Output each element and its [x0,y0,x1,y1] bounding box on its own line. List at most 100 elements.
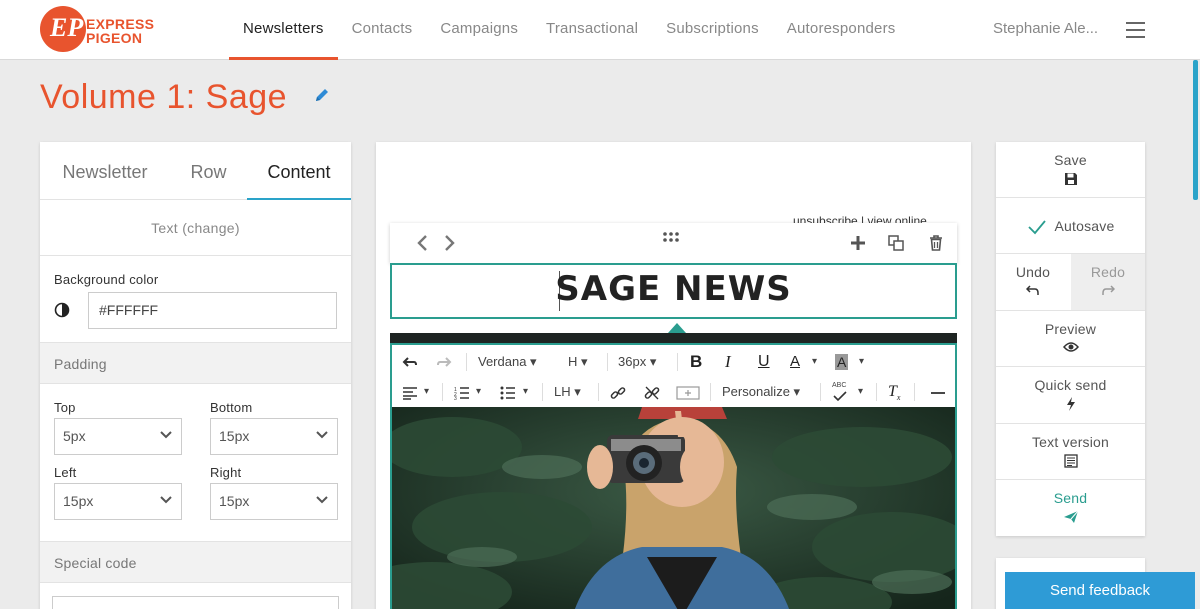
undo-arrow-icon[interactable] [402,347,418,377]
page-scrollbar[interactable] [1193,60,1198,200]
main-nav: Newsletters Contacts Campaigns Transacti… [229,0,909,60]
line-height-dropdown[interactable]: LH ▾ [554,377,581,407]
text-editor-toolbar: Verdana ▾ H ▾ 36px ▾ B I U A ▾ A ▾ ▾ 123… [390,343,957,407]
text-color-icon[interactable]: A [790,347,800,377]
lightning-icon [1066,397,1075,411]
padding-left-select[interactable]: 15px [54,483,182,520]
background-color-section: Background color #FFFFFF [40,256,351,342]
user-menu[interactable]: Stephanie Ale... [993,20,1098,37]
nav-newsletters[interactable]: Newsletters [229,0,338,60]
padding-bottom-label: Bottom [210,400,253,415]
quick-send-button[interactable]: Quick send [996,367,1145,424]
spellcheck-dropdown[interactable]: ▾ [858,377,863,407]
photo-woman-with-camera [392,407,955,609]
align-left-icon[interactable] [402,377,418,407]
autosave-toggle[interactable]: Autosave [996,198,1145,254]
logo-wordmark: EXPRESS PIGEON [86,16,155,46]
paper-plane-icon [1063,510,1078,523]
special-code-section-header: Special code [40,541,351,583]
text-change-link[interactable]: Text (change) [40,200,351,256]
padding-left-label: Left [54,465,77,480]
padding-right-select[interactable]: 15px [210,483,338,520]
copy-icon[interactable] [887,234,905,252]
chevron-down-icon [316,431,328,439]
top-navigation-bar: EP EXPRESS PIGEON Newsletters Contacts C… [0,0,1200,60]
chevron-right-icon[interactable] [440,234,458,252]
save-button[interactable]: Save [996,142,1145,198]
text-version-button[interactable]: Text version [996,424,1145,480]
svg-text:3: 3 [454,396,457,400]
font-size-dropdown[interactable]: 36px ▾ [618,347,656,377]
nav-campaigns[interactable]: Campaigns [426,0,532,60]
unlink-icon[interactable] [644,377,660,407]
padding-bottom-select[interactable]: 15px [210,418,338,455]
tab-row[interactable]: Row [170,142,247,200]
newsletter-canvas: unsubscribe | view online SAGE NEWS Verd… [376,142,971,609]
nav-autoresponders[interactable]: Autoresponders [773,0,910,60]
padding-right-label: Right [210,465,242,480]
padding-fields: Top 5px Bottom 15px Left 15px Right 15px [40,384,351,541]
redo-icon [1102,285,1115,295]
redo-button[interactable]: Redo [1071,254,1145,310]
nav-transactional[interactable]: Transactional [532,0,652,60]
properties-panel: Newsletter Row Content Text (change) Bac… [40,142,351,609]
clear-format-icon[interactable]: Tx [888,377,900,407]
chevron-down-icon [316,496,328,504]
headline[interactable]: SAGE NEWS [392,269,955,309]
hamburger-icon[interactable] [1126,22,1145,38]
padding-top-select[interactable]: 5px [54,418,182,455]
italic-icon[interactable]: I [725,347,731,377]
tab-newsletter[interactable]: Newsletter [40,142,170,200]
trash-icon[interactable] [927,234,945,252]
pencil-icon[interactable] [313,86,331,104]
logo-mark: EP [40,6,86,52]
redo-arrow-icon[interactable] [436,347,452,377]
image-block-top [390,333,957,343]
undo-button[interactable]: Undo [996,254,1070,310]
eye-icon [1062,342,1079,352]
nav-subscriptions[interactable]: Subscriptions [652,0,773,60]
numbered-list-icon[interactable]: 123 [454,377,470,407]
chevron-left-icon[interactable] [414,234,432,252]
padding-section-header: Padding [40,342,351,384]
chevron-down-icon [160,431,172,439]
bullet-list-icon[interactable] [500,377,516,407]
nav-contacts[interactable]: Contacts [338,0,427,60]
hero-image[interactable] [390,407,957,609]
tab-content[interactable]: Content [247,142,351,200]
underline-icon[interactable]: U [758,347,770,377]
special-code-input[interactable] [52,596,339,609]
numbered-list-dropdown[interactable]: ▾ [476,377,481,407]
undo-icon [1026,285,1039,295]
heading-dropdown[interactable]: H ▾ [568,347,588,377]
plus-icon[interactable] [849,234,867,252]
toolbar-pointer [668,323,686,333]
express-pigeon-logo[interactable]: EP EXPRESS PIGEON [40,6,170,54]
insert-button-icon[interactable] [676,377,700,407]
highlight-color-dropdown[interactable]: ▾ [859,347,864,377]
bullet-list-dropdown[interactable]: ▾ [523,377,528,407]
horizontal-rule-icon[interactable] [930,377,946,407]
chevron-down-icon [160,496,172,504]
checkmark-icon [1027,220,1046,235]
background-color-label: Background color [54,272,159,287]
text-color-dropdown[interactable]: ▾ [812,347,817,377]
personalize-dropdown[interactable]: Personalize ▾ [722,377,800,407]
drag-handle-icon[interactable] [662,229,680,247]
link-icon[interactable] [610,377,626,407]
bold-icon[interactable]: B [690,347,702,377]
padding-top-label: Top [54,400,76,415]
contrast-icon[interactable] [54,302,70,318]
panel-tabs: Newsletter Row Content [40,142,351,200]
block-toolbar [390,223,957,263]
headline-text-block[interactable]: SAGE NEWS [390,263,957,319]
spellcheck-icon[interactable]: ABC [832,377,848,407]
font-family-dropdown[interactable]: Verdana ▾ [478,347,537,377]
background-color-input[interactable]: #FFFFFF [88,292,337,329]
align-dropdown[interactable]: ▾ [424,377,429,407]
send-feedback-button[interactable]: Send feedback [1005,572,1195,609]
actions-panel: Save Autosave Undo Redo Preview Quick se… [996,142,1145,536]
save-icon [1064,173,1077,185]
send-button[interactable]: Send [996,480,1145,536]
preview-button[interactable]: Preview [996,311,1145,367]
